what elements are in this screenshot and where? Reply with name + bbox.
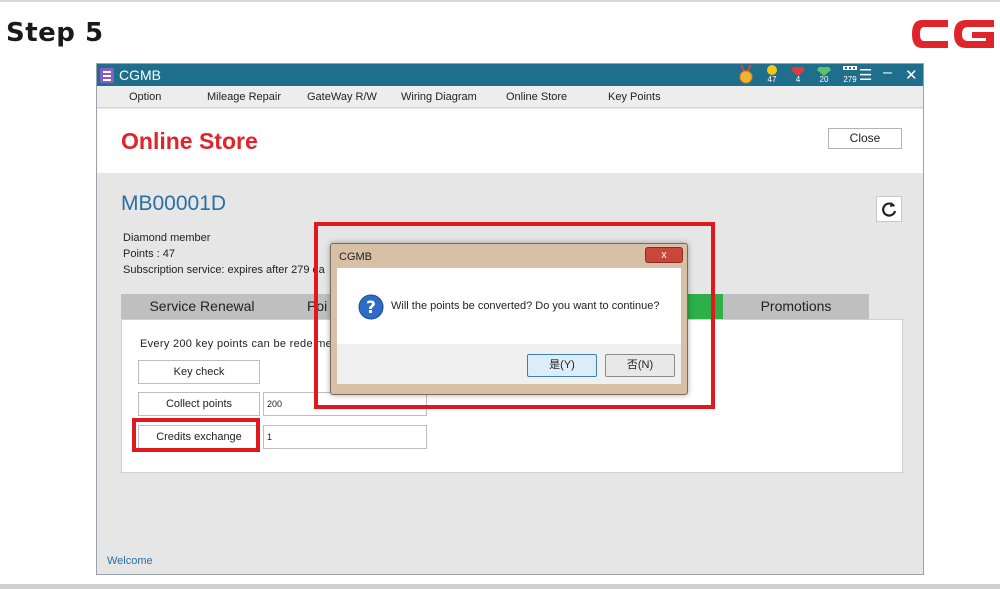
menu-key-points[interactable]: Key Points <box>608 91 661 103</box>
account-id: MB00001D <box>121 192 227 215</box>
refresh-button[interactable] <box>876 196 902 222</box>
hamburger-menu-icon[interactable]: ☰ <box>859 66 872 84</box>
menu-wiring-diagram[interactable]: Wiring Diagram <box>401 91 477 103</box>
badge-diamond: 20 <box>813 64 835 86</box>
medal-icon <box>739 64 753 84</box>
points-balance: Points : 47 <box>123 248 175 260</box>
badge-counter-count: 279 <box>843 75 857 84</box>
badge-coin: 47 <box>761 64 783 86</box>
credits-exchange-button[interactable]: Credits exchange <box>138 425 260 449</box>
dialog-message: Will the points be converted? Do you wan… <box>391 300 660 312</box>
badge-ruby: 4 <box>787 64 809 86</box>
question-icon: ? <box>358 294 384 320</box>
app-logo-icon <box>100 68 114 83</box>
badge-coin-count: 47 <box>767 75 777 84</box>
tab-promotions[interactable]: Promotions <box>723 294 869 319</box>
tab-points[interactable]: Poi <box>283 294 331 319</box>
credits-exchange-field[interactable]: 1 <box>263 425 427 449</box>
window-titlebar[interactable]: CGMB 47 4 20 279 ☰ – ✕ <box>97 64 923 86</box>
collect-points-field[interactable]: 200 <box>263 392 427 416</box>
minimize-icon[interactable]: – <box>883 64 892 82</box>
collect-points-button[interactable]: Collect points <box>138 392 260 416</box>
window-title: CGMB <box>119 67 161 83</box>
dialog-close-button[interactable]: x <box>645 247 683 263</box>
tutorial-slide: Step 5 CGMB 47 4 20 279 ☰ – ✕ Option Mil… <box>0 0 1000 589</box>
menubar: Option Mileage Repair GateWay R/W Wiring… <box>97 86 923 108</box>
status-badges: 47 4 20 279 <box>735 64 865 86</box>
member-level: Diamond member <box>123 232 211 244</box>
badge-medal <box>735 64 757 86</box>
window-close-icon[interactable]: ✕ <box>905 66 918 84</box>
bottom-divider <box>0 584 1000 589</box>
top-divider <box>0 0 1000 2</box>
key-check-button[interactable]: Key check <box>138 360 260 384</box>
dialog-title: CGMB <box>339 251 372 263</box>
tab-service-renewal[interactable]: Service Renewal <box>121 294 283 319</box>
menu-online-store[interactable]: Online Store <box>506 91 567 103</box>
badge-diamond-count: 20 <box>819 75 829 84</box>
badge-counter: 279 <box>839 64 861 86</box>
cg-logo <box>912 20 994 48</box>
dialog-yes-button[interactable]: 是(Y) <box>527 354 597 377</box>
subscription-status: Subscription service: expires after 279 … <box>123 264 325 276</box>
menu-option[interactable]: Option <box>129 91 161 103</box>
refresh-icon <box>882 202 897 217</box>
page-title: Online Store <box>121 128 258 154</box>
dialog-no-button[interactable]: 否(N) <box>605 354 675 377</box>
dialog-footer: 是(Y) 否(N) <box>337 344 681 384</box>
dialog-body: ? Will the points be converted? Do you w… <box>337 268 681 344</box>
step-title: Step 5 <box>6 18 104 48</box>
menu-gateway-rw[interactable]: GateWay R/W <box>307 91 377 103</box>
badge-ruby-count: 4 <box>795 75 801 84</box>
store-header: Online Store Close <box>97 109 923 173</box>
svg-text:?: ? <box>366 298 376 318</box>
confirm-dialog: CGMB x ? Will the points be converted? D… <box>330 243 688 395</box>
menu-mileage-repair[interactable]: Mileage Repair <box>207 91 281 103</box>
status-bar-text: Welcome <box>107 555 153 567</box>
redeem-description: Every 200 key points can be rede me <box>140 338 333 350</box>
close-button[interactable]: Close <box>828 128 902 149</box>
